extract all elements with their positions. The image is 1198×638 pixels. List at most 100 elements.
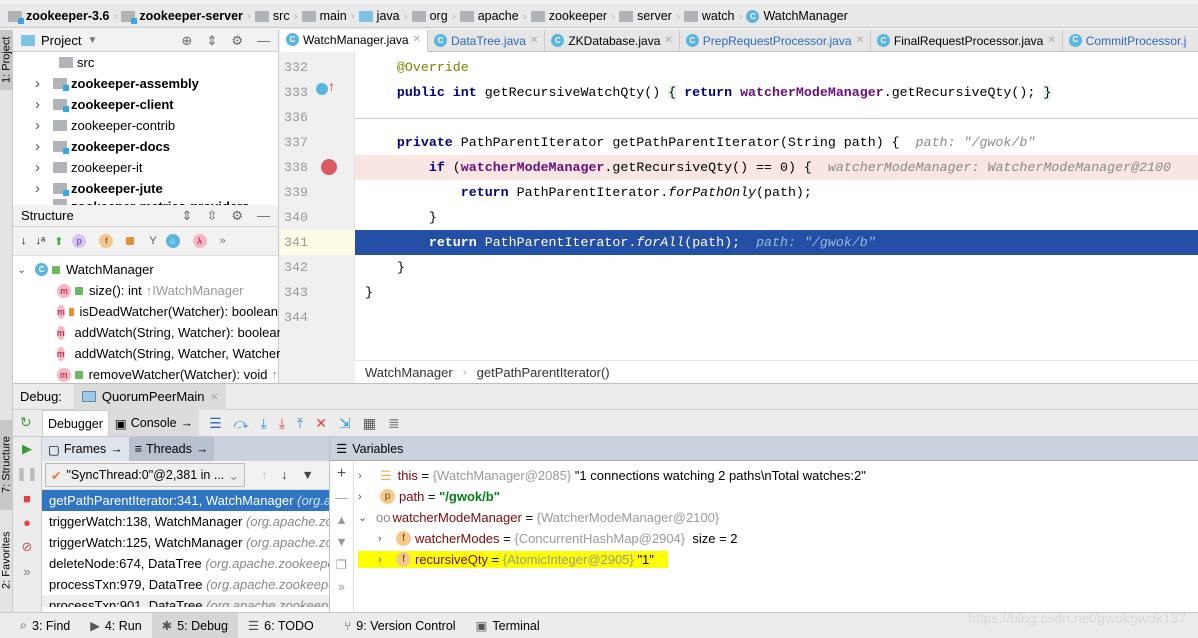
gear-icon[interactable]: ⚙ bbox=[231, 33, 243, 49]
editor-tab[interactable]: C WatchManager.java ✕ bbox=[280, 29, 428, 52]
filter-icon[interactable]: ▼ bbox=[302, 468, 314, 482]
structure-member[interactable]: m addWatch(String, Watcher): boolean bbox=[13, 322, 284, 343]
fields-icon[interactable]: f bbox=[99, 234, 114, 248]
chevron-right-icon[interactable]: › bbox=[35, 180, 45, 197]
copy-icon[interactable]: ❐ bbox=[336, 557, 347, 572]
breadcrumb-item[interactable]: main bbox=[298, 4, 351, 28]
close-icon[interactable]: ✕ bbox=[664, 35, 672, 46]
tool-window-button[interactable]: ✱ 5: Debug bbox=[151, 613, 238, 638]
previous-frame-icon[interactable]: ↑ bbox=[261, 468, 267, 482]
drop-frame-icon[interactable]: ✕ bbox=[315, 415, 327, 432]
project-tree-item[interactable]: › zookeeper-docs bbox=[13, 136, 278, 157]
variable-watcherModes[interactable]: › f watcherModes = {ConcurrentHashMap@2904… bbox=[358, 528, 1188, 549]
stack-frame[interactable]: triggerWatch:125, WatchManager (org.apac… bbox=[42, 532, 329, 553]
thread-select[interactable]: ✔ "SyncThread:0"@2,381 in ... ⌄ bbox=[45, 463, 245, 487]
override-arrow-icon[interactable]: ↑ bbox=[328, 78, 335, 94]
breadcrumb-item[interactable]: apache bbox=[456, 4, 523, 28]
pause-icon[interactable]: ❚❚ bbox=[16, 466, 38, 482]
variable-path[interactable]: › p path = "/gwok/b" bbox=[358, 486, 1188, 507]
close-icon[interactable]: × bbox=[211, 389, 219, 404]
stack-frame[interactable]: deleteNode:674, DataTree (org.apache.zoo… bbox=[42, 553, 329, 574]
close-icon[interactable]: ✕ bbox=[413, 34, 421, 45]
project-tree-item[interactable]: › zookeeper-client bbox=[13, 94, 278, 115]
variable-recursiveQty[interactable]: › f recursiveQty = {AtomicInteger@2905} "1… bbox=[358, 549, 668, 570]
sort-visibility-icon[interactable]: ↓ bbox=[21, 235, 27, 247]
editor-tab[interactable]: C ZKDatabase.java ✕ bbox=[545, 29, 680, 52]
more-icon[interactable]: » bbox=[338, 580, 345, 594]
close-icon[interactable]: ✕ bbox=[1047, 35, 1055, 46]
view-breakpoints-icon[interactable]: ● bbox=[23, 515, 31, 530]
step-out-icon[interactable]: ⤒ bbox=[297, 415, 303, 432]
chevron-right-icon[interactable]: › bbox=[35, 75, 45, 92]
debug-session-tab[interactable]: QuorumPeerMain × bbox=[73, 383, 227, 410]
next-frame-icon[interactable]: ↓ bbox=[281, 468, 287, 482]
breadcrumb-item[interactable]: C WatchManager bbox=[742, 4, 851, 28]
chevron-right-icon[interactable]: › bbox=[35, 117, 45, 134]
code-editor[interactable]: 332 333 336 337 338 339 340 341 342 343 344 ↑ @Ove… bbox=[280, 52, 1198, 360]
expand-all-icon[interactable]: ⇕ bbox=[182, 208, 193, 224]
project-title[interactable]: Project bbox=[41, 33, 81, 48]
collapse-all-icon[interactable]: ⇳ bbox=[206, 208, 217, 224]
implements-icon[interactable] bbox=[316, 83, 328, 95]
breadcrumb-method[interactable]: getPathParentIterator() bbox=[477, 365, 610, 380]
tool-window-button[interactable]: ⑂ 9: Version Control bbox=[334, 613, 466, 638]
breadcrumb-item[interactable]: zookeeper bbox=[527, 4, 611, 28]
resume-icon[interactable]: ▶ bbox=[22, 441, 32, 457]
stack-frame[interactable]: triggerWatch:138, WatchManager (org.apac… bbox=[42, 511, 329, 532]
console-tab[interactable]: ▣ Console → bbox=[108, 410, 200, 436]
debugger-tab[interactable]: Debugger bbox=[42, 410, 109, 436]
non-public-icon[interactable] bbox=[126, 237, 135, 245]
project-tree-item[interactable]: src bbox=[13, 52, 278, 73]
stop-icon[interactable]: ■ bbox=[23, 491, 31, 506]
chevron-right-icon[interactable]: › bbox=[35, 138, 45, 155]
structure-member[interactable]: m isDeadWatcher(Watcher): boolean bbox=[13, 301, 278, 322]
chevron-down-icon[interactable]: ⌄ bbox=[17, 263, 27, 276]
tool-window-button[interactable]: ▣ Terminal bbox=[466, 613, 550, 638]
tool-window-button[interactable]: ▶ 4: Run bbox=[80, 613, 151, 638]
editor-tab[interactable]: C DataTree.java ✕ bbox=[428, 29, 546, 52]
structure-member[interactable]: m size(): int ↑IWatchManager bbox=[13, 280, 278, 301]
anonymous-icon[interactable]: Y bbox=[149, 235, 156, 247]
step-into-icon[interactable]: ⤓ bbox=[261, 415, 267, 432]
editor-tab[interactable]: C FinalRequestProcessor.java ✕ bbox=[871, 29, 1063, 52]
more-icon[interactable]: » bbox=[220, 235, 226, 247]
breadcrumb-item[interactable]: src bbox=[251, 4, 294, 28]
rerun-icon[interactable]: ↻ bbox=[20, 414, 32, 431]
hide-icon[interactable]: — bbox=[257, 208, 270, 224]
project-tool-tab[interactable]: 1: Project bbox=[0, 30, 13, 90]
breadcrumb-item[interactable]: org bbox=[408, 4, 452, 28]
more-icon[interactable]: » bbox=[23, 564, 30, 579]
inherited-icon[interactable]: ⬆ bbox=[54, 235, 63, 248]
properties-icon[interactable]: p bbox=[72, 234, 87, 248]
variable-this[interactable]: › ☰ this = {WatchManager@2085} "1 connecti… bbox=[358, 465, 1188, 486]
stack-frame[interactable]: processTxn:979, DataTree (org.apache.zoo… bbox=[42, 574, 329, 595]
project-tree-item[interactable]: › zookeeper-it bbox=[13, 157, 278, 178]
locate-icon[interactable]: ⊕ bbox=[182, 33, 193, 49]
breadcrumb-item[interactable]: zookeeper-server bbox=[117, 4, 247, 28]
project-tree-item[interactable]: › zookeeper-assembly bbox=[13, 73, 278, 94]
breadcrumb-item[interactable]: server bbox=[615, 4, 676, 28]
breadcrumb-item[interactable]: watch bbox=[680, 4, 739, 28]
sort-alpha-icon[interactable]: ↓ᵃ bbox=[36, 235, 46, 247]
collapse-icon[interactable]: ⇕ bbox=[206, 33, 217, 49]
frames-tab[interactable]: ▢ Frames → bbox=[42, 437, 129, 461]
trace-icon[interactable]: ≣ bbox=[388, 415, 400, 432]
evaluate-icon[interactable]: ▦ bbox=[363, 415, 376, 432]
chevron-down-icon[interactable]: ▼ bbox=[87, 35, 97, 46]
add-watch-icon[interactable]: + bbox=[337, 465, 346, 483]
breadcrumb-class[interactable]: WatchManager bbox=[365, 365, 453, 380]
force-step-into-icon[interactable]: ⤓ bbox=[279, 415, 285, 432]
move-down-icon[interactable]: ▼ bbox=[335, 535, 347, 549]
structure-member[interactable]: m addWatch(String, Watcher, WatcherMode):… bbox=[13, 343, 371, 364]
breadcrumb-item[interactable]: zookeeper-3.6 bbox=[4, 4, 113, 28]
close-icon[interactable]: ✕ bbox=[530, 35, 538, 46]
editor-tab[interactable]: CCommitProcessor.java bbox=[1063, 30, 1198, 70]
run-to-cursor-icon[interactable]: ⇲ bbox=[339, 415, 351, 432]
breakpoint-icon[interactable] bbox=[321, 159, 337, 175]
project-tree-item[interactable]: › zookeeper-jute bbox=[13, 178, 278, 199]
structure-tool-tab[interactable]: 7: Structure bbox=[0, 420, 13, 510]
stack-frame[interactable]: getPathParentIterator:341, WatchManager … bbox=[42, 490, 329, 511]
chevron-right-icon[interactable]: › bbox=[35, 96, 45, 113]
structure-root[interactable]: ⌄ C WatchManager bbox=[13, 259, 278, 280]
project-tree-item[interactable]: › zookeeper-contrib bbox=[13, 115, 278, 136]
